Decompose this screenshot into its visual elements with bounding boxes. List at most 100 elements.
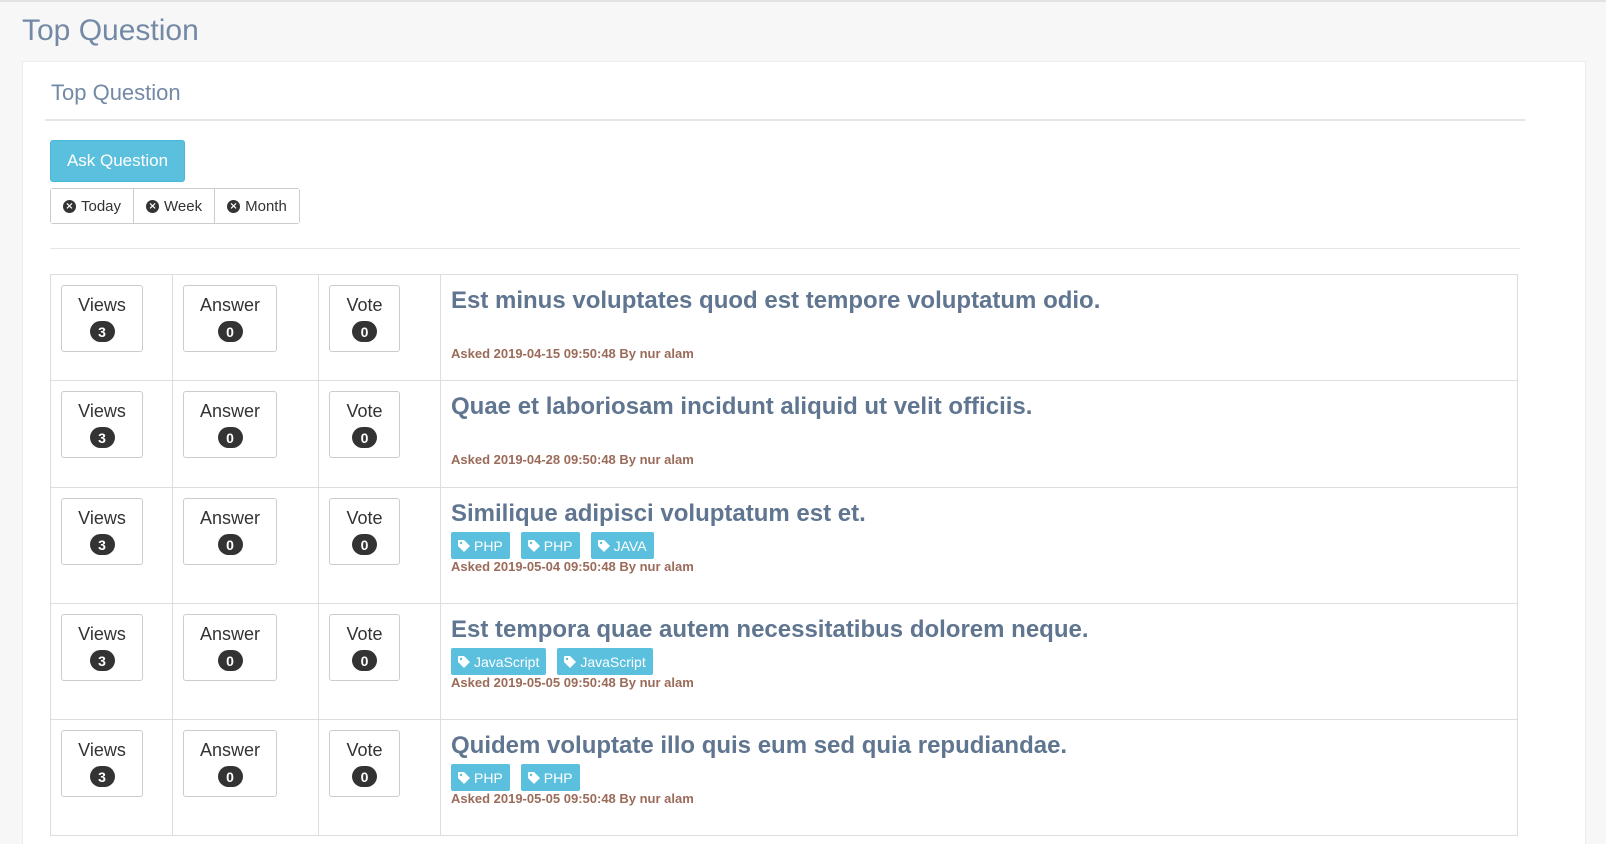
answer-cell: Answer 0 <box>172 380 319 488</box>
question-main-cell: Quidem voluptate illo quis eum sed quia … <box>440 719 1518 836</box>
answer-label: Answer <box>199 740 261 760</box>
question-meta: Asked 2019-04-15 09:50:48 By nur alam <box>451 346 694 361</box>
tag-list: PHP PHP JAVA <box>451 532 1507 559</box>
answer-label: Answer <box>199 295 261 315</box>
question-main-cell: Est minus voluptates quod est tempore vo… <box>440 274 1518 381</box>
vote-label: Vote <box>346 624 383 644</box>
tag-label[interactable]: PHP <box>520 764 580 791</box>
vote-label: Vote <box>346 401 383 421</box>
time-filter-group: × Today × Week × Month <box>50 188 300 224</box>
views-count-badge: 3 <box>89 427 115 448</box>
remove-circle-icon: × <box>146 199 160 213</box>
views-count-badge: 3 <box>89 766 115 787</box>
answer-label: Answer <box>199 624 261 644</box>
answer-count-badge: 0 <box>217 766 243 787</box>
answer-label: Answer <box>199 401 261 421</box>
answer-count-badge: 0 <box>217 427 243 448</box>
question-meta: Asked 2019-05-05 09:50:48 By nur alam <box>451 791 694 806</box>
tag-label[interactable]: PHP <box>451 764 510 791</box>
remove-circle-icon: × <box>63 199 76 213</box>
vote-box: Vote 0 <box>329 730 400 797</box>
views-label: Views <box>78 508 126 528</box>
views-cell: Views 3 <box>50 719 173 836</box>
answer-count-badge: 0 <box>217 321 243 342</box>
question-main-cell: Est tempora quae autem necessitatibus do… <box>440 603 1518 720</box>
tag-text: JavaScript <box>474 653 540 670</box>
answer-box: Answer 0 <box>183 391 277 458</box>
filter-month-button[interactable]: × Month <box>215 189 299 223</box>
filter-label: Today <box>81 197 122 215</box>
vote-cell: Vote 0 <box>318 380 441 488</box>
panel-divider <box>45 119 1525 121</box>
tag-text: JAVA <box>613 537 647 554</box>
questions-panel: Top Question Ask Question × Today × Week… <box>22 61 1586 844</box>
views-cell: Views 3 <box>50 274 173 381</box>
tag-icon <box>527 539 540 552</box>
tag-icon <box>458 539 470 552</box>
vote-label: Vote <box>346 740 383 760</box>
question-title-link[interactable]: Quae et laboriosam incidunt aliquid ut v… <box>451 393 1507 421</box>
tag-text: PHP <box>543 537 573 554</box>
tag-label[interactable]: PHP <box>451 532 510 559</box>
tag-text: JavaScript <box>580 653 646 670</box>
question-row: Views 3 Answer 0 Vote 0 Similique adipis… <box>50 487 1518 604</box>
question-title-link[interactable]: Est minus voluptates quod est tempore vo… <box>451 287 1507 315</box>
vote-box: Vote 0 <box>329 285 400 352</box>
answer-box: Answer 0 <box>183 614 277 681</box>
vote-box: Vote 0 <box>329 498 400 565</box>
vote-count-badge: 0 <box>352 534 377 555</box>
vote-label: Vote <box>346 295 383 315</box>
answer-box: Answer 0 <box>183 730 277 797</box>
views-count-badge: 3 <box>89 321 115 342</box>
tag-text: PHP <box>474 537 503 554</box>
answer-box: Answer 0 <box>183 285 277 352</box>
views-box: Views 3 <box>61 730 143 797</box>
views-label: Views <box>78 401 126 421</box>
answer-cell: Answer 0 <box>172 603 319 720</box>
tag-label[interactable]: JAVA <box>590 532 654 559</box>
views-cell: Views 3 <box>50 487 173 604</box>
tag-label[interactable]: PHP <box>520 532 580 559</box>
ask-question-button[interactable]: Ask Question <box>50 140 185 182</box>
tag-icon <box>564 655 577 668</box>
vote-cell: Vote 0 <box>318 487 441 604</box>
vote-count-badge: 0 <box>352 766 377 787</box>
question-row: Views 3 Answer 0 Vote 0 Quae et laborios… <box>50 380 1518 488</box>
tag-list: PHP PHP <box>451 764 1507 791</box>
question-title-link[interactable]: Similique adipisci voluptatum est et. <box>451 500 1507 528</box>
vote-cell: Vote 0 <box>318 274 441 381</box>
question-title-link[interactable]: Est tempora quae autem necessitatibus do… <box>451 616 1507 644</box>
question-title-link[interactable]: Quidem voluptate illo quis eum sed quia … <box>451 732 1507 760</box>
filter-label: Week <box>164 197 203 215</box>
vote-count-badge: 0 <box>352 650 377 671</box>
views-cell: Views 3 <box>50 603 173 720</box>
panel-title: Top Question <box>51 80 181 105</box>
question-main-cell: Similique adipisci voluptatum est et. PH… <box>440 487 1518 604</box>
question-row: Views 3 Answer 0 Vote 0 Est minus volupt… <box>50 274 1518 381</box>
vote-count-badge: 0 <box>352 321 377 342</box>
remove-circle-icon: × <box>227 199 241 213</box>
tag-label[interactable]: JavaScript <box>557 648 653 675</box>
vote-box: Vote 0 <box>329 614 400 681</box>
views-box: Views 3 <box>61 391 143 458</box>
tag-icon <box>527 771 540 784</box>
views-label: Views <box>78 624 126 644</box>
views-label: Views <box>78 740 126 760</box>
views-cell: Views 3 <box>50 380 173 488</box>
answer-label: Answer <box>199 508 261 528</box>
views-count-badge: 3 <box>89 650 115 671</box>
views-box: Views 3 <box>61 614 143 681</box>
views-box: Views 3 <box>61 285 143 352</box>
answer-box: Answer 0 <box>183 498 277 565</box>
filter-today-button[interactable]: × Today <box>51 189 135 223</box>
tag-icon <box>458 771 470 784</box>
tag-text: PHP <box>543 769 573 786</box>
vote-count-badge: 0 <box>352 427 377 448</box>
tag-icon <box>597 539 610 552</box>
tag-text: PHP <box>474 769 503 786</box>
tag-label[interactable]: JavaScript <box>451 648 547 675</box>
filter-week-button[interactable]: × Week <box>134 189 216 223</box>
tag-icon <box>458 655 470 668</box>
question-meta: Asked 2019-04-28 09:50:48 By nur alam <box>451 452 694 467</box>
filter-label: Month <box>245 197 287 215</box>
